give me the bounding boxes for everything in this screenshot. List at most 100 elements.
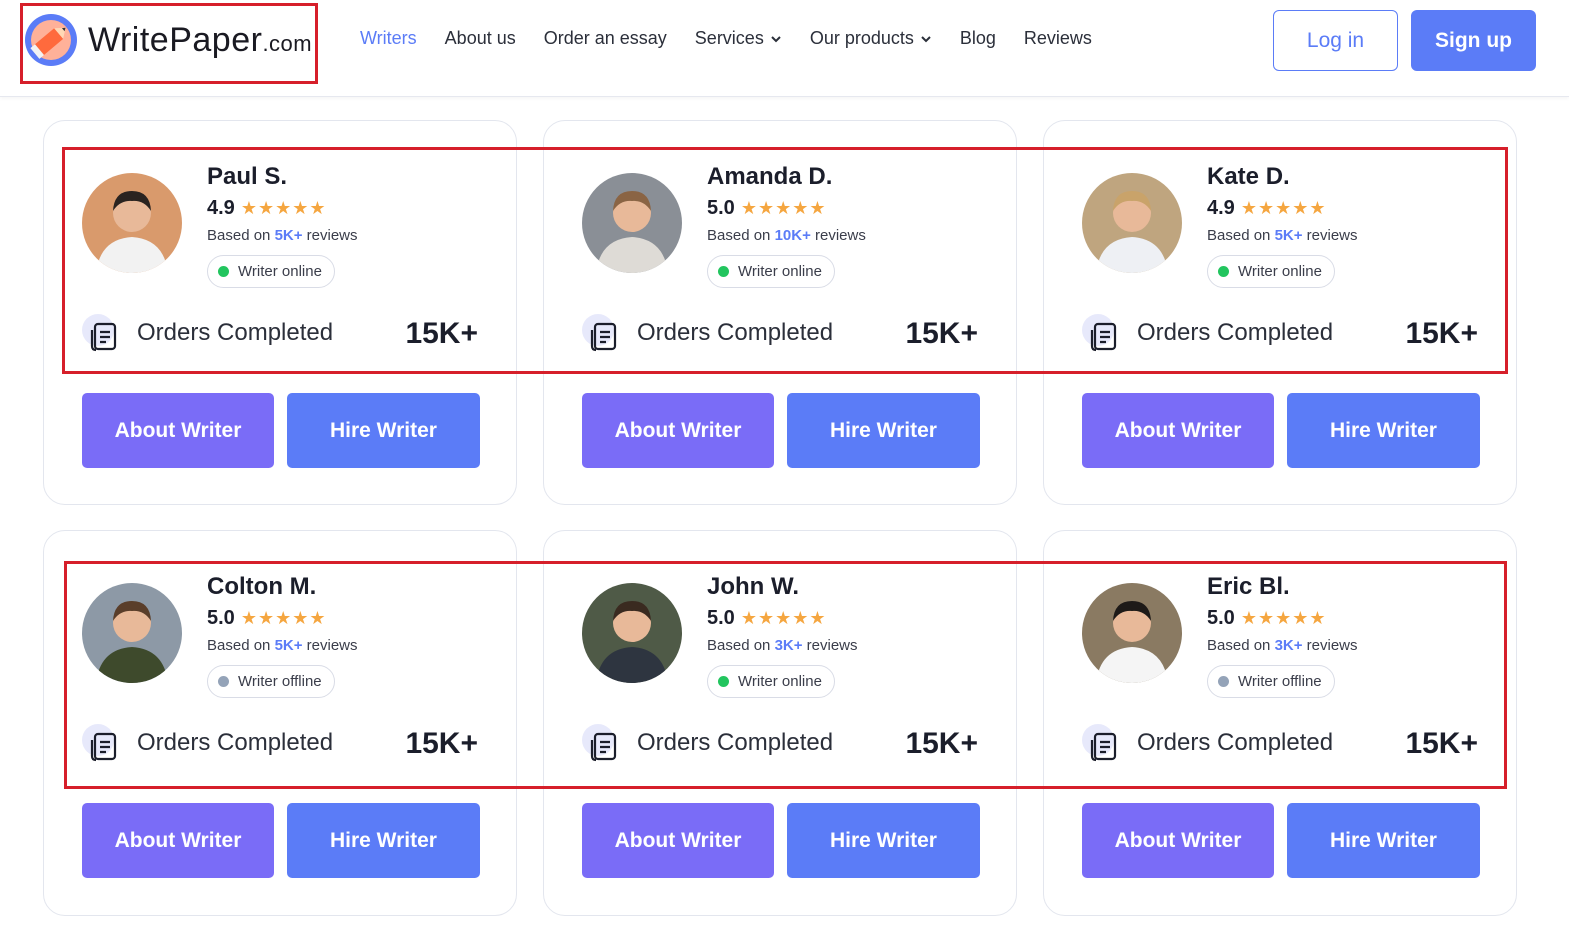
writer-status-badge: Writer online — [707, 255, 835, 288]
writer-rating-row: 4.9 ★★★★★ — [207, 197, 327, 220]
status-dot-icon — [218, 676, 229, 687]
star-rating-icon: ★★★★★ — [1240, 198, 1327, 218]
writer-name[interactable]: John W. — [707, 573, 799, 601]
person-avatar-icon — [582, 583, 682, 683]
hire-writer-button[interactable]: Hire Writer — [287, 393, 480, 468]
hire-writer-button[interactable]: Hire Writer — [1287, 393, 1480, 468]
writer-status-badge: Writer offline — [207, 665, 335, 698]
writer-review-count: Based on 5K+ reviews — [1207, 227, 1358, 244]
writer-rating: 5.0 — [707, 607, 735, 629]
star-rating-icon: ★★★★★ — [740, 608, 827, 628]
signup-button[interactable]: Sign up — [1411, 10, 1536, 71]
hire-writer-button[interactable]: Hire Writer — [787, 803, 980, 878]
orders-completed-label: Orders Completed — [137, 729, 334, 756]
writer-avatar[interactable] — [82, 173, 182, 273]
writer-review-count: Based on 10K+ reviews — [707, 227, 866, 244]
hire-writer-button[interactable]: Hire Writer — [1287, 803, 1480, 878]
writer-avatar[interactable] — [1082, 173, 1182, 273]
about-writer-button[interactable]: About Writer — [82, 803, 274, 878]
document-icon — [582, 724, 617, 762]
writer-status-badge: Writer online — [1207, 255, 1335, 288]
writer-rating: 5.0 — [1207, 607, 1235, 629]
writer-card: Amanda D. 5.0 ★★★★★ Based on 10K+ review… — [543, 120, 1017, 505]
writer-card: Eric Bl. 5.0 ★★★★★ Based on 3K+ reviews … — [1043, 530, 1517, 916]
writer-rating: 5.0 — [707, 197, 735, 219]
document-icon — [82, 724, 117, 762]
star-rating-icon: ★★★★★ — [240, 608, 327, 628]
writer-review-count: Based on 3K+ reviews — [707, 637, 858, 654]
writer-name[interactable]: Eric Bl. — [1207, 573, 1290, 601]
nav-order-essay[interactable]: Order an essay — [544, 28, 667, 49]
writer-status-badge: Writer offline — [1207, 665, 1335, 698]
writer-name[interactable]: Kate D. — [1207, 163, 1290, 191]
about-writer-button[interactable]: About Writer — [582, 393, 774, 468]
orders-completed-value: 15K+ — [1405, 727, 1478, 760]
writer-avatar[interactable] — [582, 583, 682, 683]
hire-writer-button[interactable]: Hire Writer — [787, 393, 980, 468]
writer-review-count: Based on 5K+ reviews — [207, 227, 358, 244]
writer-rating-row: 5.0 ★★★★★ — [707, 197, 827, 220]
nav-reviews[interactable]: Reviews — [1024, 28, 1092, 49]
writer-rating: 5.0 — [207, 607, 235, 629]
chevron-down-icon — [921, 35, 931, 42]
nav-our-products[interactable]: Our products — [810, 28, 932, 49]
nav-about-us[interactable]: About us — [445, 28, 516, 49]
about-writer-button[interactable]: About Writer — [1082, 803, 1274, 878]
writer-rating-row: 5.0 ★★★★★ — [1207, 607, 1327, 630]
writer-name[interactable]: Colton M. — [207, 573, 316, 601]
hire-writer-button[interactable]: Hire Writer — [287, 803, 480, 878]
login-button[interactable]: Log in — [1273, 10, 1398, 71]
writer-card: Kate D. 4.9 ★★★★★ Based on 5K+ reviews W… — [1043, 120, 1517, 505]
writer-status-badge: Writer online — [207, 255, 335, 288]
writer-avatar[interactable] — [582, 173, 682, 273]
person-avatar-icon — [82, 173, 182, 273]
writer-avatar[interactable] — [82, 583, 182, 683]
status-dot-icon — [1218, 266, 1229, 277]
orders-completed-label: Orders Completed — [637, 729, 834, 756]
writer-review-count: Based on 5K+ reviews — [207, 637, 358, 654]
status-dot-icon — [218, 266, 229, 277]
nav-services-label: Services — [694, 28, 764, 48]
about-writer-button[interactable]: About Writer — [82, 393, 274, 468]
orders-completed-value: 15K+ — [905, 727, 978, 760]
about-writer-button[interactable]: About Writer — [1082, 393, 1274, 468]
orders-completed-label: Orders Completed — [1137, 319, 1334, 346]
orders-completed-label: Orders Completed — [1137, 729, 1334, 756]
nav-writers[interactable]: Writers — [360, 28, 417, 49]
person-avatar-icon — [1082, 583, 1182, 683]
person-avatar-icon — [82, 583, 182, 683]
pencil-logo-icon — [25, 14, 77, 66]
main-nav: Writers About us Order an essay Services… — [360, 28, 1120, 49]
writer-rating: 4.9 — [207, 197, 235, 219]
document-icon — [1082, 724, 1117, 762]
about-writer-button[interactable]: About Writer — [582, 803, 774, 878]
writer-card: Paul S. 4.9 ★★★★★ Based on 5K+ reviews W… — [43, 120, 517, 505]
writer-rating-row: 5.0 ★★★★★ — [707, 607, 827, 630]
orders-completed-label: Orders Completed — [137, 319, 334, 346]
orders-completed-value: 15K+ — [405, 317, 478, 350]
chevron-down-icon — [771, 35, 781, 42]
orders-completed-value: 15K+ — [1405, 317, 1478, 350]
status-dot-icon — [718, 266, 729, 277]
status-dot-icon — [718, 676, 729, 687]
document-icon — [1082, 314, 1117, 352]
star-rating-icon: ★★★★★ — [740, 198, 827, 218]
nav-services[interactable]: Services — [695, 28, 782, 49]
nav-blog[interactable]: Blog — [960, 28, 996, 49]
writer-card: John W. 5.0 ★★★★★ Based on 3K+ reviews W… — [543, 530, 1017, 916]
orders-completed-value: 15K+ — [405, 727, 478, 760]
document-icon — [582, 314, 617, 352]
orders-completed-label: Orders Completed — [637, 319, 834, 346]
writer-status-badge: Writer online — [707, 665, 835, 698]
site-logo[interactable]: WritePaper.com — [24, 10, 312, 70]
writer-name[interactable]: Paul S. — [207, 163, 287, 191]
status-dot-icon — [1218, 676, 1229, 687]
writer-rating-row: 5.0 ★★★★★ — [207, 607, 327, 630]
writer-review-count: Based on 3K+ reviews — [1207, 637, 1358, 654]
writer-avatar[interactable] — [1082, 583, 1182, 683]
site-header: WritePaper.com Writers About us Order an… — [0, 0, 1569, 97]
nav-products-label: Our products — [809, 28, 914, 48]
logo-text: WritePaper.com — [88, 20, 313, 59]
orders-completed-value: 15K+ — [905, 317, 978, 350]
writer-name[interactable]: Amanda D. — [707, 163, 832, 191]
